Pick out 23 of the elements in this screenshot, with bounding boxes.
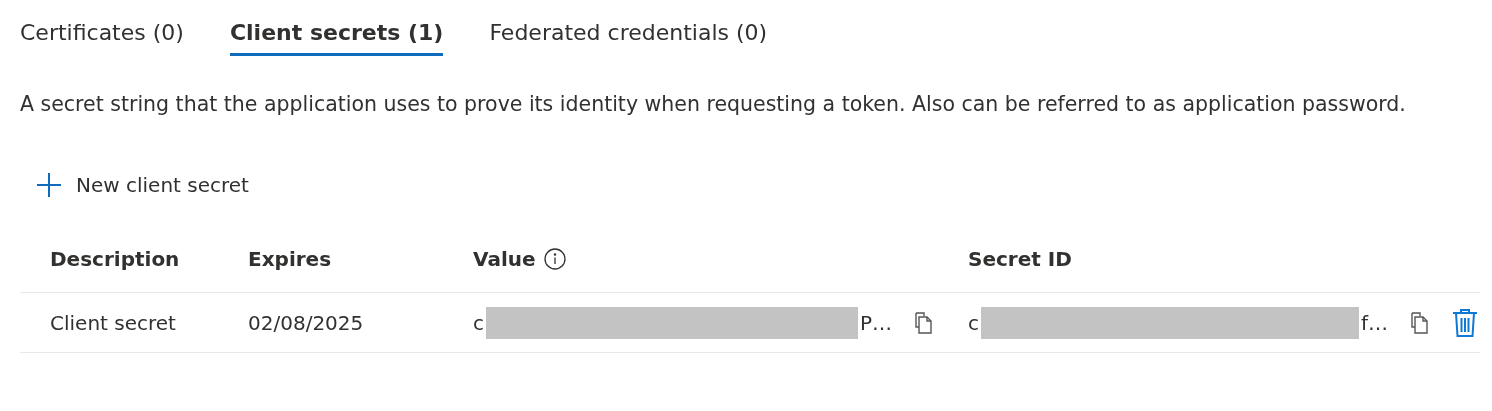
tab[interactable]: Client secrets (1) <box>229 14 444 56</box>
secret-text: P… <box>860 310 893 335</box>
description-text: A secret string that the application uses to prove its identity when requesting a token. Also can be referred to as application password. <box>20 92 1407 116</box>
secret-text: f… <box>1361 310 1389 335</box>
table-cell-text: Client secret <box>50 310 177 335</box>
copy-icon <box>1410 311 1431 334</box>
copy-icon <box>914 311 935 334</box>
copy-button[interactable] <box>1410 311 1431 334</box>
delete-button[interactable] <box>1452 307 1479 338</box>
table-cell-text: 02/08/2025 <box>248 310 365 335</box>
column-header: Description <box>50 247 180 271</box>
secret-text: c <box>473 310 484 335</box>
plus-icon <box>36 172 62 198</box>
column-header: Secret ID <box>968 247 1072 271</box>
copy-button[interactable] <box>914 311 935 334</box>
column-header: Value <box>473 247 536 271</box>
secret-text: c <box>968 310 979 335</box>
trash-icon <box>1452 307 1479 338</box>
info-icon <box>543 248 566 270</box>
tab[interactable]: Federated credentials (0) <box>489 14 768 56</box>
new-client-secret-button[interactable]: New client secret <box>34 168 251 202</box>
tab[interactable]: Certificates (0) <box>20 14 184 56</box>
column-header: Expires <box>248 247 332 271</box>
